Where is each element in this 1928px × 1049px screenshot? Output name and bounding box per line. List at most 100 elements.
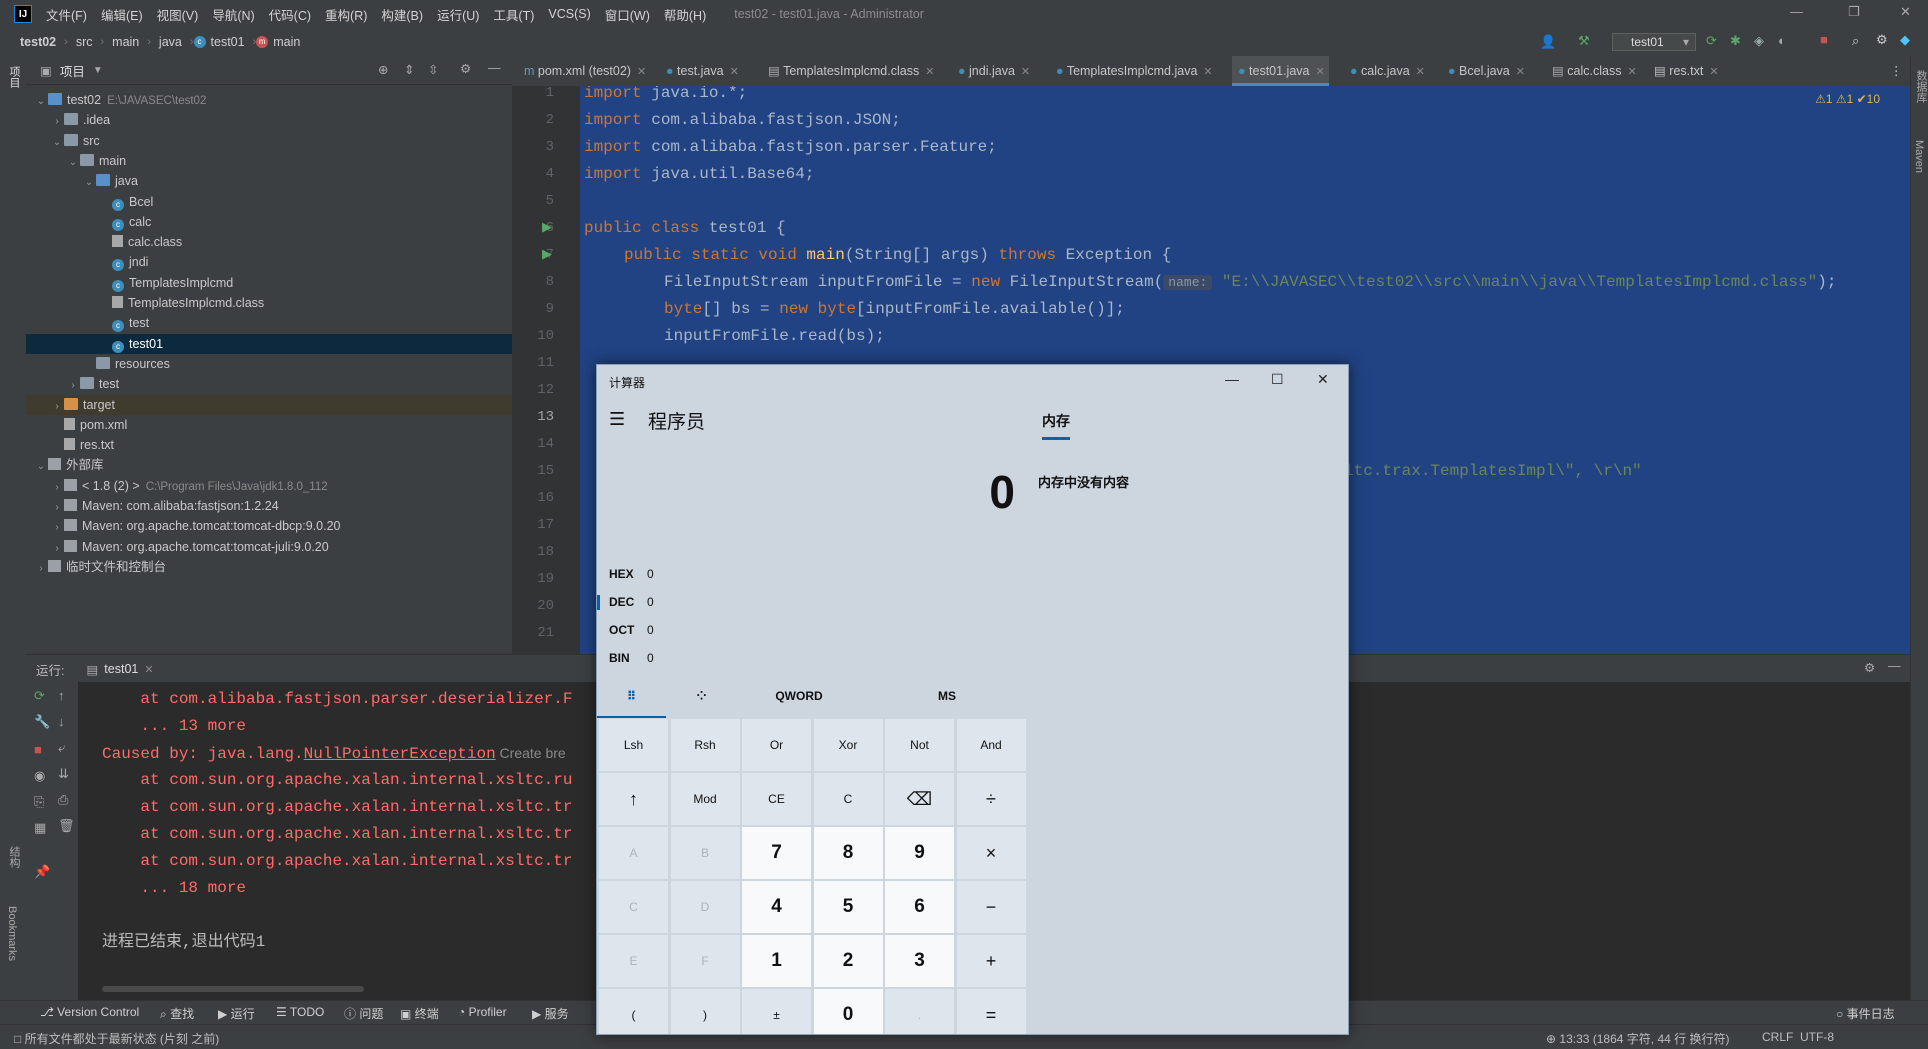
calc-key[interactable]: = [956, 989, 1026, 1034]
run-configuration-select[interactable]: test01 ▾ [1612, 33, 1696, 51]
status-line-separator[interactable]: CRLF [1762, 1030, 1793, 1044]
breadcrumb-class[interactable]: test01 [211, 35, 245, 49]
calc-key[interactable]: ⌫ [885, 773, 954, 825]
calc-key[interactable]: 5 [813, 881, 883, 933]
tree-item[interactable]: › < 1.8 (2) > C:\Program Files\Java\jdk1.8… [26, 476, 512, 496]
layout-icon[interactable]: ▦ [34, 820, 46, 836]
more-tabs-icon[interactable]: ⋮ [1890, 56, 1903, 86]
calc-key[interactable]: ↑ [599, 773, 668, 825]
editor-tab[interactable]: ● test.java ✕ [660, 56, 743, 86]
menu-file[interactable]: 文件(F) [46, 5, 87, 24]
tree-item[interactable]: c Bcel [26, 192, 512, 212]
calc-key[interactable]: + [956, 935, 1026, 987]
pin-icon[interactable]: 📌 [34, 864, 50, 880]
tool-services[interactable]: ▶ 服务 [532, 1005, 569, 1022]
calc-key[interactable]: 4 [742, 881, 811, 933]
calc-key[interactable]: C [813, 773, 883, 825]
calc-key[interactable]: ÷ [956, 773, 1026, 825]
run-gutter-icon[interactable]: ▶ [542, 219, 552, 235]
arrow-up-icon[interactable]: ↑ [58, 688, 65, 703]
editor-tab[interactable]: ▤ TemplatesImplcmd.class ✕ [762, 56, 938, 86]
tool-version-control[interactable]: ⎇ Version Control [40, 1005, 139, 1019]
search-icon[interactable]: ⌕ [1852, 33, 1859, 49]
calc-key[interactable]: 1 [742, 935, 811, 987]
trash-icon[interactable]: 🗑 [58, 818, 75, 834]
close-icon[interactable]: ✕ [1709, 66, 1718, 78]
rerun-icon[interactable]: ⟳ [34, 688, 45, 704]
tree-item[interactable]: resources [26, 354, 512, 374]
tree-item[interactable]: ⌄ test02 E:\JAVASEC\test02 [26, 90, 512, 110]
restore-icon[interactable]: ❐ [1848, 4, 1860, 20]
calc-key[interactable]: ( [599, 989, 668, 1034]
tree-item[interactable]: ⌄ src [26, 131, 512, 151]
breadcrumb-java[interactable]: java [159, 35, 182, 49]
run-gutter-icon[interactable]: ▶ [542, 246, 552, 262]
build-hammer-icon[interactable]: ⚒ [1578, 33, 1590, 49]
tree-item[interactable]: › 临时文件和控制台 [26, 557, 512, 577]
expand-all-icon[interactable]: ⇕ [404, 62, 414, 77]
tool-todo[interactable]: ☰ TODO [276, 1005, 324, 1019]
tree-item[interactable]: c test [26, 313, 512, 333]
tree-item[interactable]: c jndi [26, 252, 512, 272]
gear-icon[interactable]: ⚙ [1876, 32, 1888, 48]
stop-icon[interactable]: ■ [1820, 32, 1828, 47]
run-tab-test01[interactable]: test01 [104, 662, 138, 676]
memory-store-button[interactable]: MS [917, 676, 977, 716]
close-icon[interactable]: ✕ [1203, 66, 1212, 78]
editor-tab[interactable]: ● TemplatesImplcmd.java ✕ [1050, 56, 1217, 86]
calc-key[interactable]: ) [670, 989, 740, 1034]
structure-tool-button[interactable]: 结构 [6, 846, 22, 868]
console-horizontal-scrollbar[interactable] [102, 986, 364, 992]
calc-key[interactable]: Rsh [670, 719, 740, 771]
memory-tab[interactable]: 内存 [1042, 411, 1070, 440]
gear-icon[interactable]: ⚙ [460, 61, 471, 76]
locate-file-icon[interactable]: ⊕ [378, 62, 388, 77]
coverage-icon[interactable]: ◈ [1754, 33, 1764, 49]
chevron-right-icon[interactable]: › [66, 376, 80, 396]
bookmarks-tool-button[interactable]: Bookmarks [6, 906, 18, 961]
camera-icon[interactable]: ◉ [34, 768, 45, 784]
tree-item[interactable]: TemplatesImplcmd.class [26, 293, 512, 313]
calc-key[interactable]: F [670, 935, 740, 987]
exception-link[interactable]: NullPointerException [304, 745, 496, 763]
chevron-down-icon[interactable]: ⌄ [82, 173, 96, 193]
tree-item[interactable]: › Maven: org.apache.tomcat:tomcat-juli:9.… [26, 537, 512, 557]
menu-build[interactable]: 构建(B) [381, 5, 423, 24]
calc-key[interactable]: Lsh [599, 719, 668, 771]
chevron-right-icon[interactable]: › [34, 559, 48, 579]
tree-item[interactable]: › Maven: org.apache.tomcat:tomcat-dbcp:9.… [26, 516, 512, 536]
inspection-widget[interactable]: ⚠1 ⚠1 ✔10 [1815, 92, 1880, 106]
chevron-down-icon[interactable]: ⌄ [34, 457, 48, 477]
calc-key[interactable]: ± [742, 989, 811, 1034]
calc-key[interactable]: C [599, 881, 668, 933]
tool-find[interactable]: ⌕ 查找 [160, 1005, 194, 1022]
chevron-right-icon[interactable]: › [50, 112, 64, 132]
menu-help[interactable]: 帮助(H) [664, 5, 706, 24]
project-view-selector[interactable]: 项目 [60, 61, 85, 80]
calc-key[interactable]: Xor [813, 719, 883, 771]
calc-key[interactable]: Or [742, 719, 811, 771]
close-icon[interactable]: ✕ [1316, 66, 1325, 78]
menu-refactor[interactable]: 重构(R) [325, 5, 367, 24]
editor-tab[interactable]: ▤ res.txt ✕ [1648, 56, 1723, 86]
calc-key[interactable]: 0 [813, 989, 883, 1034]
breadcrumb-project[interactable]: test02 [20, 35, 56, 49]
menu-code[interactable]: 代码(C) [269, 5, 311, 24]
hamburger-menu-icon[interactable]: ☰ [609, 409, 625, 430]
tool-profiler[interactable]: ◔ Profiler [458, 1005, 507, 1019]
calc-key[interactable]: 7 [742, 827, 811, 879]
calc-key[interactable]: D [670, 881, 740, 933]
project-tool-button[interactable]: 项目 [6, 66, 22, 88]
chevron-right-icon[interactable]: › [50, 539, 64, 559]
chevron-down-icon[interactable]: ⌄ [50, 133, 64, 153]
tree-item[interactable]: ⌄ main [26, 151, 512, 171]
soft-wrap-icon[interactable]: ⤶ [58, 740, 65, 756]
radix-bin[interactable]: BIN 0 [597, 647, 717, 669]
editor-tab[interactable]: ● Bcel.java ✕ [1442, 56, 1529, 86]
editor-tab[interactable]: ▤ calc.class ✕ [1546, 56, 1641, 86]
tool-terminal[interactable]: ▣ 终端 [400, 1005, 439, 1022]
editor-tab[interactable]: ● test01.java ✕ [1232, 56, 1329, 86]
calc-key[interactable]: × [956, 827, 1026, 879]
full-keypad-tab[interactable]: ⠿ [597, 676, 666, 718]
bit-toggle-keypad-tab[interactable]: ⁘ [667, 676, 736, 716]
